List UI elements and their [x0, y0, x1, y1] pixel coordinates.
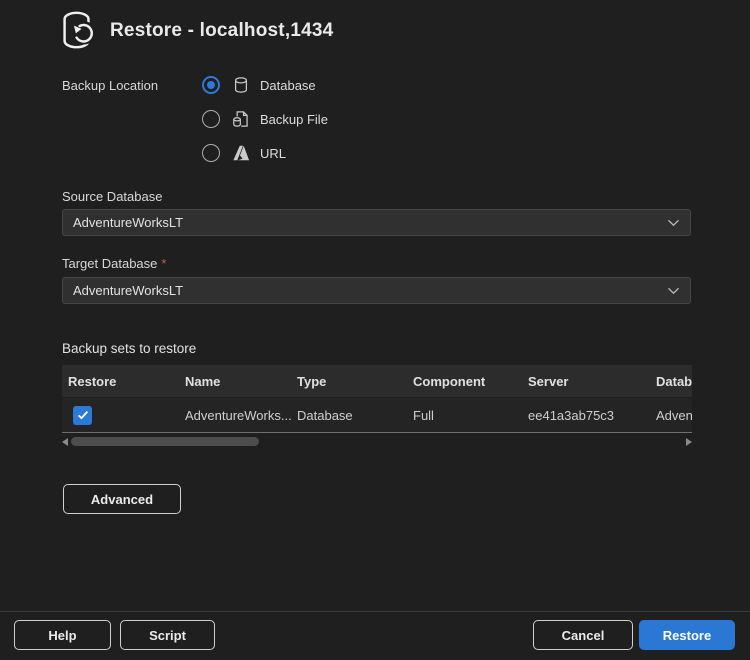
target-database-value: AdventureWorksLT — [73, 283, 667, 298]
database-icon — [232, 76, 250, 94]
radio-option-backup-file[interactable]: Backup File — [202, 108, 328, 130]
column-header-name[interactable]: Name — [179, 374, 291, 389]
advanced-button[interactable]: Advanced — [63, 484, 181, 514]
component-cell: Full — [407, 408, 522, 423]
restore-checkbox-checked[interactable] — [73, 406, 92, 425]
required-asterisk: * — [161, 256, 166, 271]
source-database-label: Source Database — [62, 189, 162, 204]
page-title: Restore - localhost,1434 — [110, 20, 333, 42]
radio-label-url: URL — [260, 146, 286, 161]
chevron-down-icon — [667, 214, 680, 232]
source-database-dropdown[interactable]: AdventureWorksLT — [62, 209, 691, 236]
backup-sets-table: Restore Name Type Component Server Datab… — [62, 365, 692, 450]
target-database-dropdown[interactable]: AdventureWorksLT — [62, 277, 691, 304]
radio-button-backup-file[interactable] — [202, 110, 220, 128]
type-cell: Database — [291, 408, 407, 423]
restore-cell — [62, 406, 179, 425]
footer-divider — [0, 611, 750, 612]
source-database-value: AdventureWorksLT — [73, 215, 667, 230]
horizontal-scrollbar[interactable] — [62, 433, 692, 450]
restore-dialog: Restore - localhost,1434 Backup Location… — [0, 0, 750, 660]
table-row[interactable]: AdventureWorks... Database Full ee41a3ab… — [62, 397, 692, 432]
column-header-server[interactable]: Server — [522, 374, 650, 389]
restore-button[interactable]: Restore — [639, 620, 735, 650]
scroll-left-arrow-icon[interactable] — [62, 438, 68, 446]
restore-database-icon — [56, 7, 98, 53]
backup-file-icon — [232, 110, 250, 128]
backup-location-radio-group: Database Backup File — [202, 74, 328, 164]
column-header-database[interactable]: Database — [650, 374, 692, 389]
radio-label-database: Database — [260, 78, 316, 93]
cancel-button[interactable]: Cancel — [533, 620, 633, 650]
radio-option-url[interactable]: URL — [202, 142, 328, 164]
target-database-label: Target Database * — [62, 256, 166, 271]
radio-label-backup-file: Backup File — [260, 112, 328, 127]
backup-location-label: Backup Location — [62, 78, 158, 93]
scrollbar-thumb[interactable] — [71, 437, 259, 446]
database-cell: Adventu... — [650, 408, 692, 423]
radio-dot — [207, 81, 215, 89]
target-database-label-text: Target Database — [62, 256, 157, 271]
column-header-restore[interactable]: Restore — [62, 374, 179, 389]
help-button[interactable]: Help — [14, 620, 111, 650]
script-button[interactable]: Script — [120, 620, 215, 650]
column-header-type[interactable]: Type — [291, 374, 407, 389]
chevron-down-icon — [667, 282, 680, 300]
server-cell: ee41a3ab75c3 — [522, 408, 650, 423]
radio-button-url[interactable] — [202, 144, 220, 162]
azure-url-icon — [232, 144, 250, 162]
table-header-row: Restore Name Type Component Server Datab… — [62, 365, 692, 397]
radio-button-database[interactable] — [202, 76, 220, 94]
checkmark-icon — [77, 410, 89, 420]
backup-sets-label: Backup sets to restore — [62, 341, 196, 356]
radio-option-database[interactable]: Database — [202, 74, 328, 96]
name-cell: AdventureWorks... — [179, 408, 291, 423]
column-header-component[interactable]: Component — [407, 374, 522, 389]
scroll-right-arrow-icon[interactable] — [686, 438, 692, 446]
